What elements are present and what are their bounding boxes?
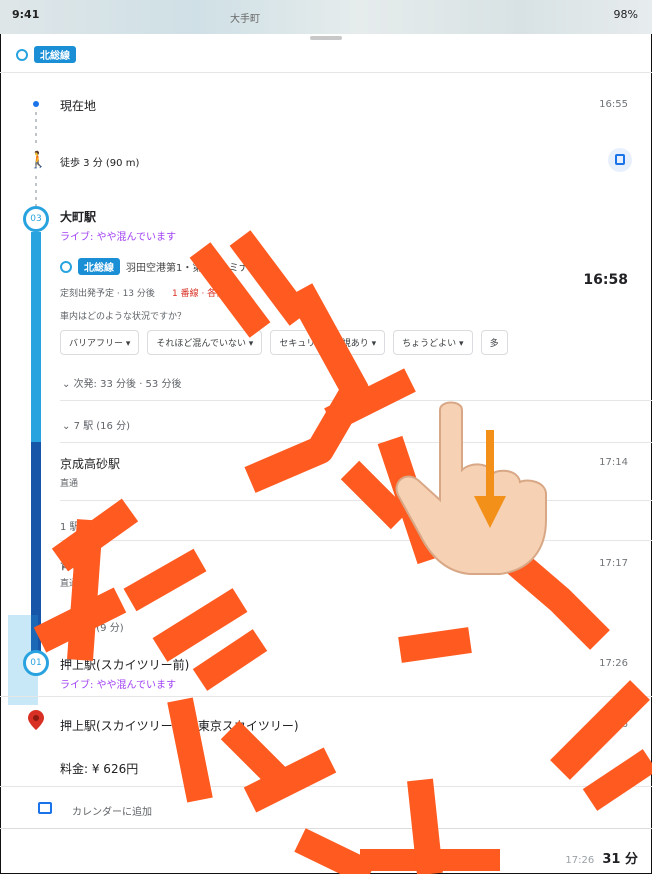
stop-time: 17:14 xyxy=(599,457,628,468)
battery-indicator: 98% xyxy=(613,8,638,21)
station-marker-icon: 03 xyxy=(23,206,49,232)
schedule-kind: 1 番線 · 各停 xyxy=(172,289,226,299)
walk-dotted-line xyxy=(35,112,37,146)
transit-button[interactable] xyxy=(608,148,632,172)
segment-label: 6 駅 (9 分) xyxy=(73,623,124,634)
divider xyxy=(60,500,652,501)
divider xyxy=(60,540,652,541)
tag-barrier-free[interactable]: バリアフリー ▾ xyxy=(60,330,140,355)
feedback-tags: バリアフリー ▾ それほど混んでいない ▾ セキュリティ監視あり ▾ ちょうどよ… xyxy=(60,330,508,355)
current-location-icon xyxy=(33,101,39,107)
stop-name[interactable]: 押上駅(スカイツリー前) xyxy=(60,656,189,673)
stops-count: 7 駅 (16 分) xyxy=(73,421,130,432)
stop-time: 17:17 xyxy=(599,558,628,569)
station-marker-icon: 01 xyxy=(23,650,49,676)
tag-not-crowded[interactable]: それほど混んでいない ▾ xyxy=(147,330,263,355)
total-duration: 31 分 xyxy=(602,852,638,867)
map-label: 大手町 xyxy=(230,14,260,25)
service-chip: 北総線 xyxy=(78,258,120,275)
crowd-status: ライブ: やや混んでいます xyxy=(60,680,177,691)
route-line-light xyxy=(31,232,41,442)
line-header: 北総線 xyxy=(16,46,76,63)
trip-summary: 17:26 31 分 xyxy=(565,848,638,867)
crowd-question: 車内はどのような状況ですか？ xyxy=(60,312,187,322)
screenshot-frame xyxy=(0,0,652,874)
line-ring-icon xyxy=(16,48,28,61)
walking-person-icon: 🚶 xyxy=(28,150,48,169)
service-row[interactable]: 北総線 羽田空港第1・第2ターミナル行 xyxy=(60,258,269,275)
destination-time: 17:26 xyxy=(599,719,628,730)
stop-sub: 直通 xyxy=(60,479,79,489)
status-bar: 9:41 大手町 98% xyxy=(0,0,652,34)
divider xyxy=(60,442,652,443)
service-ring-icon xyxy=(60,260,72,273)
schedule-note: 定刻出発予定 · 13 分後 xyxy=(60,289,155,299)
next-departures-toggle[interactable]: ⌄ 次発: 33 分後 · 53 分後 xyxy=(62,375,181,390)
tag-more[interactable]: 多 xyxy=(480,330,508,355)
station-name[interactable]: 大町駅 xyxy=(60,208,96,225)
status-time: 9:41 xyxy=(12,8,40,21)
destination-pin-icon xyxy=(28,710,44,730)
departure-time: 16:58 xyxy=(583,272,628,288)
add-to-calendar[interactable]: カレンダーに追加 xyxy=(72,803,152,818)
stop-name[interactable]: 京成高砂駅 xyxy=(60,455,120,472)
stop-name[interactable]: 青砥駅 xyxy=(60,556,96,573)
stop-time: 17:26 xyxy=(599,658,628,669)
divider xyxy=(0,786,652,787)
walk-dotted-line-2 xyxy=(35,176,37,206)
segment-toggle[interactable]: ⌄ 6 駅 (9 分) xyxy=(62,619,124,634)
sheet-drag-handle[interactable] xyxy=(310,36,342,40)
walk-label: 徒歩 3 分 (90 m) xyxy=(60,158,140,169)
divider xyxy=(0,72,652,73)
tag-temperature[interactable]: ちょうどよい ▾ xyxy=(393,330,473,355)
next-departures: 次発: 33 分後 · 53 分後 xyxy=(73,379,182,390)
train-icon xyxy=(615,154,625,165)
stop-sub: 直通 xyxy=(60,579,79,589)
stops-toggle[interactable]: ⌄ 7 駅 (16 分) xyxy=(62,417,130,432)
divider xyxy=(0,696,652,697)
origin-label: 現在地 xyxy=(60,99,97,113)
segment-label: 1 駅 (3 分) xyxy=(60,522,111,533)
divider xyxy=(60,400,652,401)
destination-name[interactable]: 押上駅(スカイツリー前) (東京スカイツリー) xyxy=(60,717,299,734)
crowd-status: ライブ: やや混んでいます xyxy=(60,232,177,243)
fare-label: 料金: ¥ 626円 xyxy=(60,762,139,776)
footer-divider xyxy=(0,828,652,829)
calendar-icon xyxy=(38,802,52,814)
service-destination: 羽田空港第1・第2ターミナル行 xyxy=(126,263,269,274)
map-preview[interactable] xyxy=(0,0,652,34)
origin-time: 16:55 xyxy=(599,99,628,110)
line-badge: 北総線 xyxy=(34,46,76,63)
arrival-time: 17:26 xyxy=(565,855,595,866)
tag-security[interactable]: セキュリティ監視あり ▾ xyxy=(270,330,386,355)
